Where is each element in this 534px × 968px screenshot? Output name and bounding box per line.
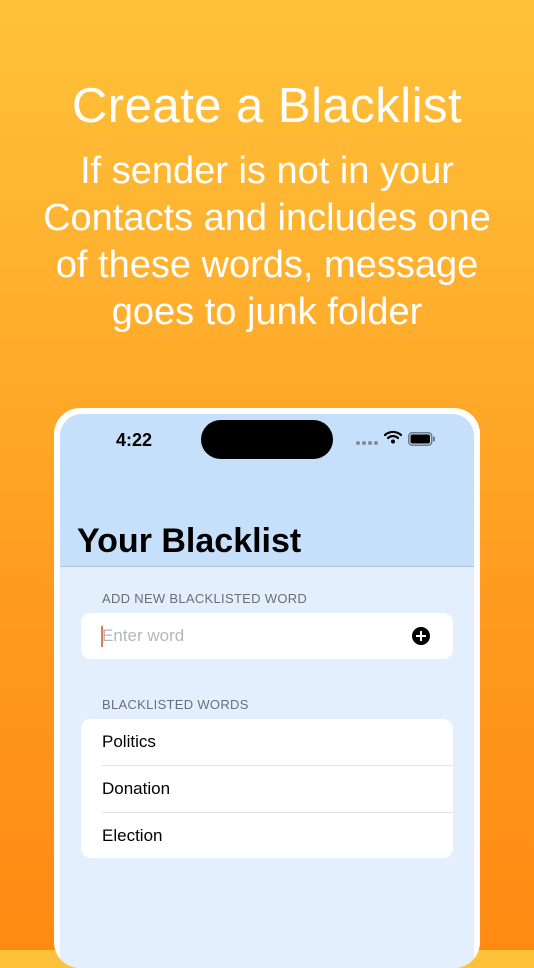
page-title: Your Blacklist [77,522,302,560]
promo-description-line: Contacts and includes one [43,197,491,239]
phone-frame: 4:22 Your Blacklist ADD NEW BLACKLISTED … [54,408,480,968]
dynamic-island [201,420,333,459]
promo-description-line: of these words, message [55,244,479,286]
add-word-section-label: ADD NEW BLACKLISTED WORD [102,591,308,606]
list-item[interactable]: Politics [81,719,453,765]
phone-screen: 4:22 Your Blacklist ADD NEW BLACKLISTED … [60,414,474,968]
blacklisted-words-section-label: BLACKLISTED WORDS [102,697,249,712]
list-item[interactable]: Election [102,812,453,858]
blacklisted-words-list: Politics Donation Election [81,719,453,858]
navigation-bar: 4:22 Your Blacklist [60,414,474,567]
promo-description-line: goes to junk folder [111,291,423,333]
battery-icon [408,432,435,446]
wifi-icon [384,430,402,444]
word-input[interactable] [102,621,402,651]
promo-description-line: If sender is not in your [80,150,454,192]
add-word-card [81,613,453,659]
promo-headline: Create a Blacklist [71,79,463,133]
signal-icon [356,441,378,445]
plus-circle-icon[interactable] [412,627,430,645]
status-time: 4:22 [116,430,153,450]
promo-description: If sender is not in your Contacts and in… [18,148,516,336]
list-item[interactable]: Donation [102,765,453,812]
